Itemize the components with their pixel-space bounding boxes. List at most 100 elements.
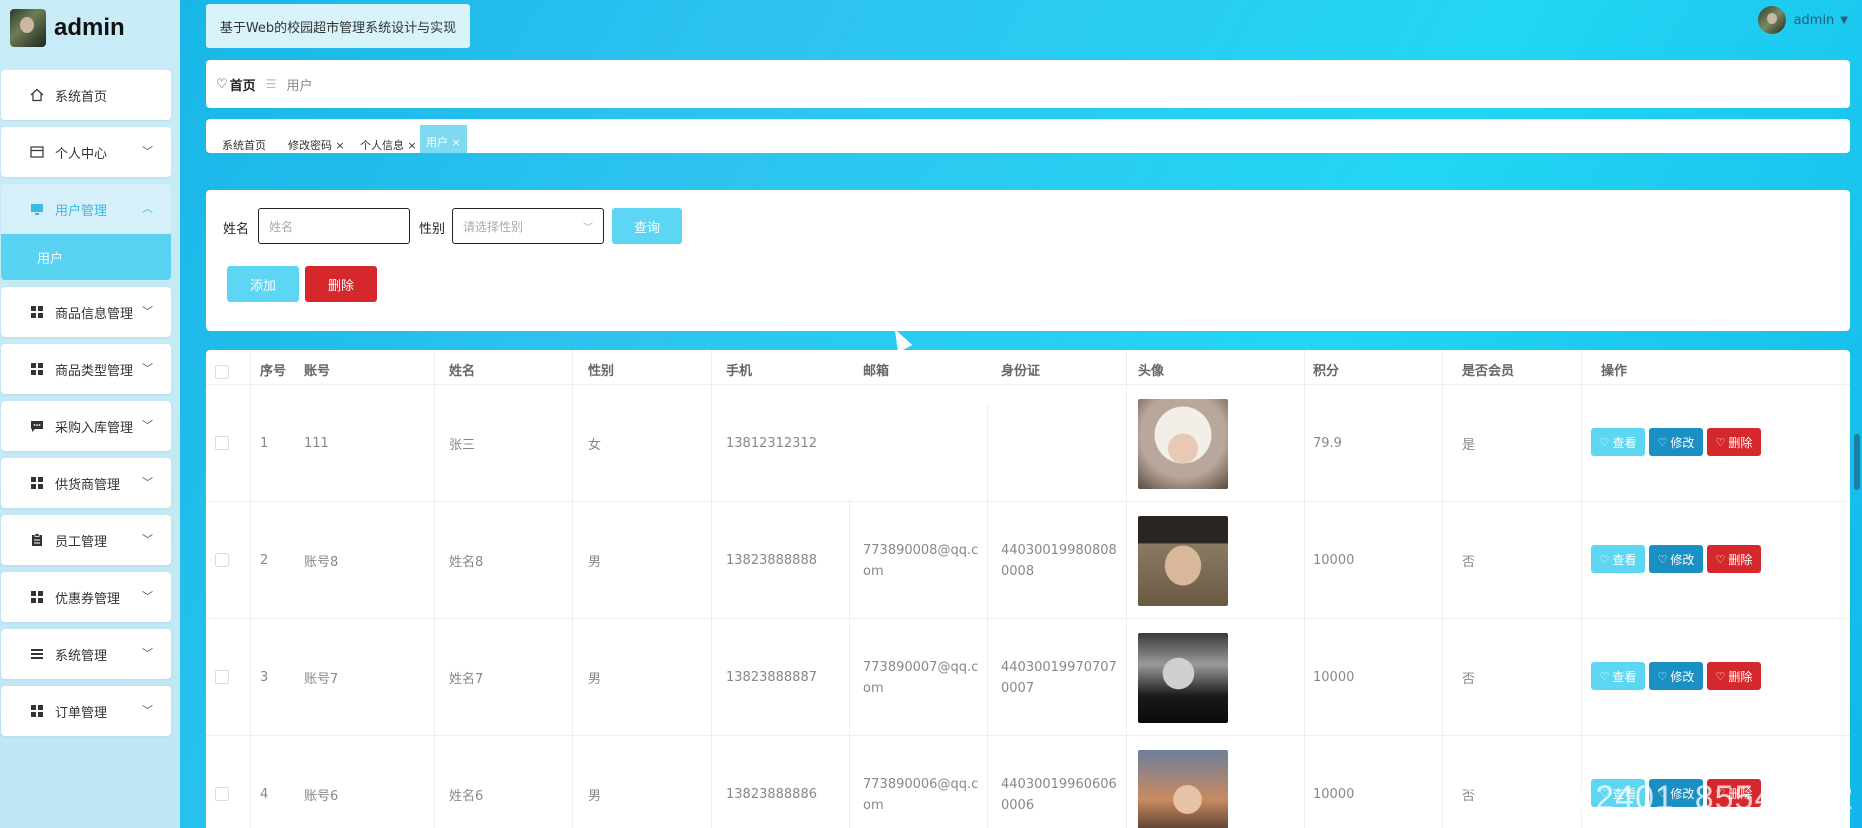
sidebar-item-orders[interactable]: 订单管理 ﹀ bbox=[1, 686, 171, 736]
grid-icon bbox=[29, 475, 45, 491]
user-name: admin bbox=[1793, 12, 1835, 28]
view-button[interactable]: ♡ 查看 bbox=[1591, 428, 1645, 456]
brand-title: admin bbox=[54, 14, 125, 41]
sidebar-item-purchase[interactable]: 采购入库管理 ﹀ bbox=[1, 401, 171, 451]
cell-phone: 13823888887 bbox=[726, 670, 817, 685]
chevron-down-icon: ﹀ bbox=[142, 647, 153, 660]
batch-delete-button[interactable]: 删除 bbox=[305, 266, 377, 302]
cell-no: 3 bbox=[260, 670, 269, 685]
tag-change-password[interactable]: 修改密码 × bbox=[282, 131, 351, 153]
user-photo bbox=[1138, 515, 1228, 606]
name-input[interactable]: 姓名 bbox=[258, 208, 410, 244]
avatar bbox=[1757, 6, 1786, 34]
cell-points: 10000 bbox=[1313, 553, 1355, 568]
cell-email: 773890006@qq.com bbox=[863, 776, 979, 813]
sidebar-item-supplier[interactable]: 供货商管理 ﹀ bbox=[1, 458, 171, 508]
list-icon bbox=[29, 646, 45, 662]
sidebar-item-label: 个人中心 bbox=[55, 146, 108, 162]
breadcrumb: ♡ 首页 ☰ 用户 bbox=[206, 60, 1850, 108]
breadcrumb-separator-icon: ☰ bbox=[265, 77, 277, 91]
cell-account: 账号8 bbox=[304, 555, 339, 570]
row-checkbox[interactable] bbox=[215, 670, 229, 684]
close-icon[interactable]: × bbox=[408, 139, 417, 152]
cell-account: 账号6 bbox=[304, 789, 339, 804]
delete-button[interactable]: ♡ 删除 bbox=[1707, 662, 1761, 690]
cell-idcard: 440300199808080008 bbox=[1001, 542, 1117, 579]
cell-email: 773890007@qq.com bbox=[863, 659, 979, 696]
cell-points: 10000 bbox=[1313, 787, 1355, 802]
cell-gender: 女 bbox=[588, 438, 602, 453]
row-checkbox[interactable] bbox=[215, 553, 229, 567]
sidebar-item-coupon[interactable]: 优惠券管理 ﹀ bbox=[1, 572, 171, 622]
cell-member: 否 bbox=[1462, 672, 1476, 687]
sidebar-item-label: 系统首页 bbox=[55, 89, 108, 105]
tag-users[interactable]: 用户 × bbox=[420, 125, 467, 153]
cell-name: 姓名8 bbox=[449, 555, 484, 570]
edit-button[interactable]: ♡ 修改 bbox=[1649, 428, 1703, 456]
view-button[interactable]: ♡ 查看 bbox=[1591, 545, 1645, 573]
heart-icon: ♡ bbox=[1599, 669, 1610, 683]
sidebar-item-product-info[interactable]: 商品信息管理 ﹀ bbox=[1, 287, 171, 337]
tag-home[interactable]: 系统首页 bbox=[216, 131, 272, 153]
cell-idcard: 440300199606060006 bbox=[1001, 776, 1117, 813]
delete-button[interactable]: ♡ 删除 bbox=[1707, 428, 1761, 456]
name-label: 姓名 bbox=[223, 222, 250, 237]
tag-label: 修改密码 bbox=[288, 139, 332, 152]
breadcrumb-home[interactable]: ♡ 首页 bbox=[216, 75, 256, 94]
sidebar-item-system[interactable]: 系统管理 ﹀ bbox=[1, 629, 171, 679]
chevron-down-icon: ﹀ bbox=[142, 145, 153, 158]
sidebar-item-label: 商品类型管理 bbox=[55, 363, 134, 379]
heart-icon: ♡ bbox=[1715, 435, 1726, 449]
gender-select-placeholder: 请选择性别 bbox=[463, 219, 524, 234]
page-scrollbar[interactable] bbox=[1854, 434, 1860, 490]
close-icon[interactable]: × bbox=[336, 139, 345, 152]
grid-icon bbox=[29, 304, 45, 320]
cell-avatar bbox=[1128, 385, 1228, 502]
brand-avatar bbox=[10, 9, 46, 47]
sidebar-subitem-users[interactable]: 用户 bbox=[1, 234, 171, 280]
sidebar-item-home[interactable]: 系统首页 bbox=[1, 70, 171, 120]
edit-button[interactable]: ♡ 修改 bbox=[1649, 662, 1703, 690]
sidebar-item-label: 采购入库管理 bbox=[55, 420, 134, 436]
sidebar-item-product-type[interactable]: 商品类型管理 ﹀ bbox=[1, 344, 171, 394]
user-photo bbox=[1138, 749, 1228, 828]
cell-points: 79.9 bbox=[1313, 436, 1342, 451]
chevron-down-icon: ﹀ bbox=[583, 223, 593, 234]
delete-button[interactable]: ♡ 删除 bbox=[1707, 545, 1761, 573]
sidebar-item-employee[interactable]: 员工管理 ﹀ bbox=[1, 515, 171, 565]
gender-select[interactable]: 请选择性别 ﹀ bbox=[452, 208, 604, 244]
sidebar-item-label: 员工管理 bbox=[55, 534, 108, 550]
sidebar-menu: 系统首页 个人中心 ﹀ 用户管理 ︿ 用户 商品信息管理 ﹀ 商品类型管理 ﹀ … bbox=[0, 70, 172, 743]
chevron-down-icon: ﹀ bbox=[142, 704, 153, 717]
chevron-down-icon: ﹀ bbox=[142, 533, 153, 546]
close-icon[interactable]: × bbox=[452, 136, 461, 149]
tag-label: 用户 bbox=[426, 136, 448, 149]
breadcrumb-home-label: 首页 bbox=[229, 78, 256, 94]
heart-icon: ♡ bbox=[216, 76, 228, 92]
tag-personal-info[interactable]: 个人信息 × bbox=[354, 131, 423, 153]
chevron-down-icon: ﹀ bbox=[142, 590, 153, 603]
row-checkbox[interactable] bbox=[215, 436, 229, 450]
edit-button[interactable]: ♡ 修改 bbox=[1649, 545, 1703, 573]
site-title: 基于Web的校园超市管理系统设计与实现 bbox=[206, 4, 470, 48]
query-button[interactable]: 查询 bbox=[612, 208, 682, 244]
row-checkbox[interactable] bbox=[215, 787, 229, 801]
sidebar-item-personal-center[interactable]: 个人中心 ﹀ bbox=[1, 127, 171, 177]
cell-name: 张三 bbox=[449, 438, 476, 453]
sidebar-item-label: 系统管理 bbox=[55, 648, 108, 664]
cell-gender: 男 bbox=[588, 555, 602, 570]
view-label: 查看 bbox=[1612, 552, 1637, 567]
cell-phone: 13823888888 bbox=[726, 553, 817, 568]
view-label: 查看 bbox=[1612, 435, 1637, 450]
select-all-checkbox[interactable] bbox=[215, 365, 229, 379]
add-button[interactable]: 添加 bbox=[227, 266, 299, 302]
caret-down-icon: ▼ bbox=[1840, 14, 1848, 26]
table-row: 2 账号8 姓名8 男 13823888888 773890008@qq.com… bbox=[206, 501, 1850, 618]
grid-icon bbox=[29, 589, 45, 605]
view-button[interactable]: ♡ 查看 bbox=[1591, 662, 1645, 690]
user-menu[interactable]: admin ▼ bbox=[1757, 6, 1848, 34]
cell-name: 姓名6 bbox=[449, 789, 484, 804]
sidebar-item-user-management[interactable]: 用户管理 ︿ bbox=[1, 184, 171, 234]
monitor-icon bbox=[29, 201, 45, 217]
grid-icon bbox=[29, 361, 45, 377]
